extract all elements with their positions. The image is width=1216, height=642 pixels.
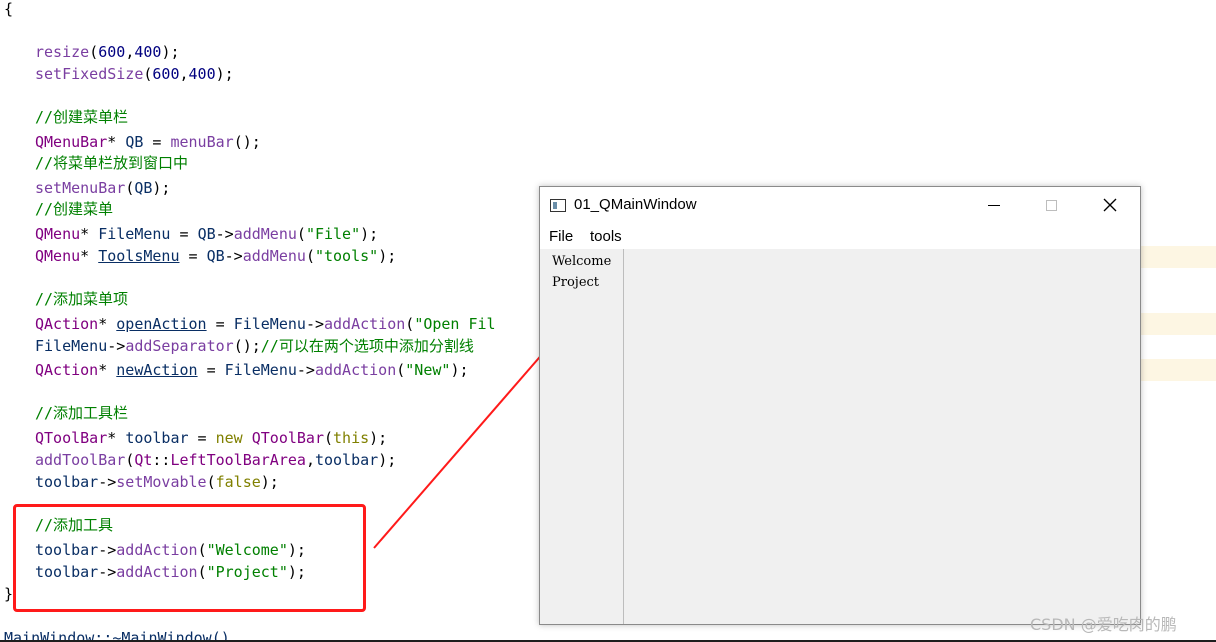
- maximize-button[interactable]: [1023, 187, 1081, 223]
- code-line: setFixedSize(600,400);: [35, 65, 234, 83]
- central-widget-area: [625, 249, 1140, 624]
- window-title: 01_QMainWindow: [574, 196, 697, 213]
- code-line: {: [4, 0, 14, 18]
- code-line: QAction* newAction = FileMenu->addAction…: [35, 361, 469, 379]
- close-icon: [1103, 198, 1117, 212]
- code-line: setMenuBar(QB);: [35, 179, 171, 197]
- menu-tools[interactable]: tools: [590, 228, 622, 245]
- code-line: QAction* openAction = FileMenu->addActio…: [35, 315, 496, 333]
- toolbar-action-project[interactable]: Project: [552, 275, 599, 290]
- window-titlebar[interactable]: 01_QMainWindow: [540, 187, 1140, 223]
- code-comment: //创建菜单: [35, 200, 114, 218]
- code-line: QMenuBar* QB = menuBar();: [35, 133, 261, 151]
- code-line: FileMenu->addSeparator();//可以在两个选项中添加分割线: [35, 337, 474, 355]
- minimize-button[interactable]: [965, 187, 1023, 223]
- code-line: QMenu* ToolsMenu = QB->addMenu("tools");: [35, 247, 397, 265]
- menu-bar: File tools: [540, 223, 1140, 249]
- left-toolbar: Welcome Project: [540, 249, 624, 624]
- close-button[interactable]: [1081, 187, 1139, 223]
- code-line: resize(600,400);: [35, 43, 180, 61]
- code-line: addToolBar(Qt::LeftToolBarArea,toolbar);: [35, 451, 397, 469]
- line-highlight-band: [1140, 359, 1216, 381]
- code-comment: //创建菜单栏: [35, 108, 129, 126]
- code-comment: //将菜单栏放到窗口中: [35, 154, 189, 172]
- code-comment: //添加菜单项: [35, 290, 129, 308]
- annotation-highlight-box: [13, 504, 366, 612]
- code-comment: //添加工具栏: [35, 404, 129, 422]
- code-line: toolbar->setMovable(false);: [35, 473, 279, 491]
- watermark: CSDN @爱吃肉的鹏: [1030, 615, 1177, 634]
- code-line: QToolBar* toolbar = new QToolBar(this);: [35, 429, 388, 447]
- code-line: }: [4, 585, 14, 603]
- app-window-icon: [550, 199, 566, 212]
- line-highlight-band: [1140, 313, 1216, 335]
- toolbar-action-welcome[interactable]: Welcome: [552, 254, 611, 269]
- qt-main-window[interactable]: 01_QMainWindow File tools Welcome Projec…: [539, 186, 1141, 625]
- minimize-icon: [988, 205, 1000, 206]
- code-line: QMenu* FileMenu = QB->addMenu("File");: [35, 225, 379, 243]
- line-highlight-band: [1140, 246, 1216, 268]
- maximize-icon: [1046, 200, 1057, 211]
- menu-file[interactable]: File: [549, 228, 573, 245]
